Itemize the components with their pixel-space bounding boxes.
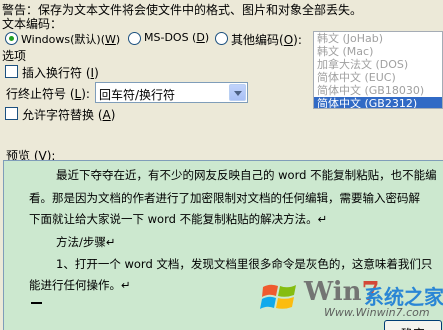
chevron-down-icon[interactable] [229,84,246,101]
line-end-label: 行终止符号 (L): [6,87,90,101]
insert-linebreak-label[interactable]: 插入换行符 (I) [22,64,99,81]
encoding-list-item[interactable]: 简体中文 (EUC) [314,71,442,84]
line-end-select[interactable]: 回车符/换行符 [95,82,248,103]
insert-linebreak-checkbox[interactable] [5,65,18,78]
preview-pane[interactable]: 最近下夺夺在近，有不少的网友反映自己的 word 不能复制粘贴，也不能编 看。那… [3,160,443,330]
encoding-list[interactable]: 韩文 (JoHab) 韩文 (Mac) 加拿大法文 (DOS) 简体中文 (EUC) 简… [313,31,443,109]
encoding-list-item[interactable]: 加拿大法文 (DOS) [314,58,442,71]
encoding-list-item[interactable]: 简体中文 (GB18030) [314,84,442,97]
preview-line: 看。那是因为文档的作者进行了加密限制对文档的任何编辑，需要输入密码解 [29,191,420,205]
options-label: 选项 [2,49,27,63]
watermark-logo: Win7 系统之家 Www.Winwin7.com [260,275,443,321]
radio-msdos-label[interactable]: MS-DOS (D) [144,31,209,44]
encoding-label: 文本编码： [2,17,63,31]
radio-other-label[interactable]: 其他编码(O): [231,31,302,48]
radio-windows-label[interactable]: Windows(默认)(W) [21,31,120,47]
preview-line: 能进行任何操作。↵ [29,278,131,292]
ok-button[interactable]: 确定 [384,320,442,330]
preview-line: 1、打开一个 word 文档，发现文档里很多命令是灰色的，这意味着我们只 [56,257,433,271]
windows-flag-icon [260,284,296,309]
radio-msdos[interactable] [128,32,141,45]
encoding-list-item[interactable]: 简体中文 (GB2312) [314,97,442,108]
encoding-list-item[interactable]: 韩文 (JoHab) [314,32,442,45]
radio-windows[interactable] [5,32,18,45]
preview-line: 下面就让给大家说一下 word 不能复制粘贴的解决方法。↵ [29,212,328,226]
radio-other[interactable] [215,32,228,45]
preview-line: 方法/步骤↵ [56,235,116,249]
allow-substitution-checkbox[interactable] [5,107,18,120]
watermark-url: Www.Winwin7.com [324,306,430,319]
line-end-value: 回车符/换行符 [99,88,176,102]
allow-substitution-label[interactable]: 允许字符替换 (A) [22,106,115,123]
encoding-list-item[interactable]: 韩文 (Mac) [314,45,442,58]
text-cursor [31,302,42,304]
preview-line: 最近下夺夺在近，有不少的网友反映自己的 word 不能复制粘贴，也不能编 [56,168,437,182]
